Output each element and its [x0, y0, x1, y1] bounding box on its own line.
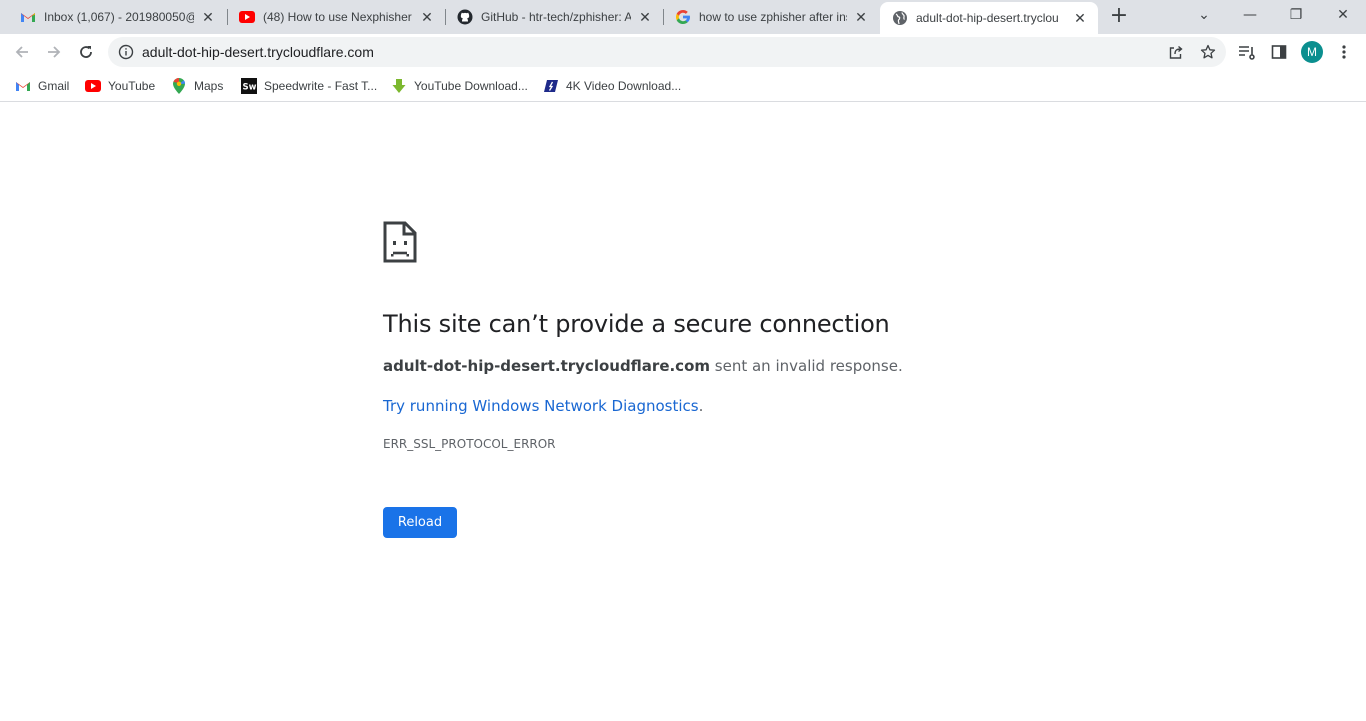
bookmarks-bar: Gmail YouTube Maps Sw Speedwrite - Fast … [0, 70, 1366, 102]
sad-document-icon [383, 221, 417, 263]
bookmark-star-icon[interactable] [1199, 43, 1217, 61]
gmail-icon [15, 78, 31, 94]
tab-title: how to use zphisher after ins [699, 10, 847, 24]
bookmark-youtube[interactable]: YouTube [85, 76, 155, 96]
address-bar[interactable]: adult-dot-hip-desert.trycloudflare.com [108, 37, 1226, 67]
tab-github[interactable]: GitHub - htr-tech/zphisher: A ✕ [445, 0, 663, 34]
error-title: This site can’t provide a secure connect… [383, 310, 890, 338]
download-arrow-icon [391, 78, 407, 94]
network-diagnostics-suggestion: Try running Windows Network Diagnostics. [383, 397, 703, 415]
close-icon[interactable]: ✕ [200, 9, 216, 25]
tab-active-error-page[interactable]: adult-dot-hip-desert.tryclou ✕ [880, 2, 1098, 34]
4k-downloader-icon [543, 78, 559, 94]
bookmark-label: 4K Video Download... [566, 79, 682, 93]
error-description: adult-dot-hip-desert.trycloudflare.com s… [383, 357, 903, 375]
youtube-icon [239, 9, 255, 25]
close-icon[interactable]: ✕ [853, 9, 869, 25]
error-code: ERR_SSL_PROTOCOL_ERROR [383, 437, 556, 451]
site-info-icon[interactable] [118, 44, 134, 65]
minimize-button[interactable]: — [1227, 0, 1273, 30]
profile-avatar[interactable]: M [1301, 41, 1323, 63]
link-suffix: . [698, 397, 704, 415]
tab-title: (48) How to use Nexphisher | [263, 10, 413, 24]
svg-text:Sw: Sw [243, 83, 257, 93]
refresh-icon [80, 46, 92, 58]
bookmark-speedwrite[interactable]: Sw Speedwrite - Fast T... [241, 76, 377, 96]
bookmark-4k-video-downloader[interactable]: 4K Video Download... [543, 76, 681, 96]
bookmark-youtube-downloader[interactable]: YouTube Download... [391, 76, 528, 96]
forward-arrow-icon [48, 46, 61, 58]
tab-title: Inbox (1,067) - 201980050@ [44, 10, 194, 24]
bookmark-gmail[interactable]: Gmail [15, 76, 69, 96]
more-menu-icon[interactable] [1334, 42, 1354, 62]
close-icon[interactable]: ✕ [637, 9, 653, 25]
bookmark-maps[interactable]: Maps [171, 76, 223, 96]
error-host: adult-dot-hip-desert.trycloudflare.com [383, 357, 711, 375]
url-text: adult-dot-hip-desert.trycloudflare.com [142, 44, 374, 60]
youtube-icon [85, 78, 101, 94]
tab-title: GitHub - htr-tech/zphisher: A [481, 10, 631, 24]
new-tab-button[interactable]: + [1108, 5, 1130, 28]
google-icon [675, 9, 691, 25]
close-icon[interactable]: ✕ [419, 9, 435, 25]
error-page: This site can’t provide a secure connect… [0, 103, 1366, 721]
reload-button[interactable]: Reload [383, 507, 457, 538]
bookmark-label: Gmail [38, 79, 70, 93]
restore-button[interactable]: ❐ [1273, 0, 1319, 30]
speedwrite-icon: Sw [241, 78, 257, 94]
close-icon[interactable]: ✕ [1072, 10, 1088, 26]
browser-toolbar: adult-dot-hip-desert.trycloudflare.com M [0, 34, 1366, 70]
tab-title: adult-dot-hip-desert.tryclou [916, 11, 1059, 25]
github-icon [457, 9, 473, 25]
tab-search-icon[interactable]: ⌄ [1181, 0, 1227, 30]
network-diagnostics-link[interactable]: Try running Windows Network Diagnostics [383, 397, 699, 415]
tab-strip: Inbox (1,067) - 201980050@ ✕ (48) How to… [0, 0, 1366, 34]
reload-toolbar-button[interactable] [72, 38, 100, 66]
bookmark-label: Maps [194, 79, 224, 93]
globe-icon [892, 10, 908, 26]
maps-icon [171, 78, 187, 94]
share-icon[interactable] [1167, 43, 1185, 61]
side-panel-icon[interactable] [1269, 42, 1289, 62]
reading-list-icon[interactable] [1237, 42, 1257, 62]
forward-button[interactable] [40, 38, 68, 66]
error-message: sent an invalid response. [710, 357, 903, 375]
window-close-button[interactable]: ✕ [1320, 0, 1366, 30]
bookmark-label: YouTube Download... [414, 79, 528, 93]
bookmark-label: Speedwrite - Fast T... [264, 79, 378, 93]
back-button[interactable] [8, 38, 36, 66]
tab-gmail[interactable]: Inbox (1,067) - 201980050@ ✕ [8, 0, 226, 34]
back-arrow-icon [15, 46, 28, 58]
tab-youtube[interactable]: (48) How to use Nexphisher | ✕ [227, 0, 445, 34]
tab-google-search[interactable]: how to use zphisher after ins ✕ [663, 0, 879, 34]
gmail-icon [20, 9, 36, 25]
bookmark-label: YouTube [108, 79, 156, 93]
